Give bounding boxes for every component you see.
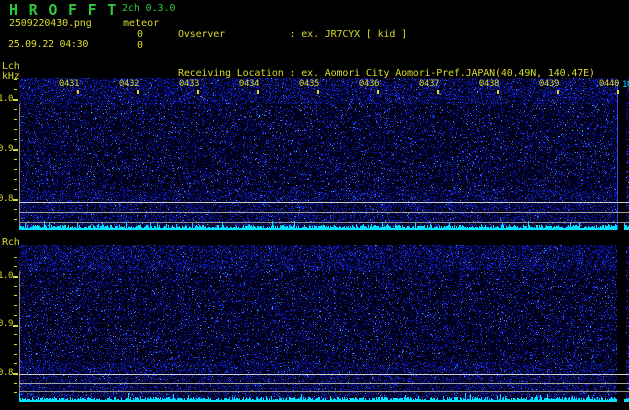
rch-ytick-0.8: 0.8 [0,368,14,378]
meteor-count-lch: 0 [136,29,143,40]
tick-mark [14,363,17,364]
time-label-0439: 0439 [538,79,559,89]
tick-mark [13,199,18,201]
time-label-0438: 0438 [478,79,499,89]
tick-mark [14,179,17,180]
tick-mark [14,295,17,296]
lch-spectrogram [19,78,629,230]
tick-mark [14,79,17,80]
tick-mark [14,315,17,316]
tick-mark [137,90,139,94]
rch-ytick-1.0: 1.0 [0,271,14,281]
time-label-0431: 0431 [58,79,79,89]
tick-mark [14,89,17,90]
tick-mark [13,276,18,278]
time-label-0434: 0434 [238,79,259,89]
app-version-label: 2ch 0.3.0 [122,3,176,14]
tick-mark [77,90,79,94]
tick-mark [14,159,17,160]
tick-mark [437,90,439,94]
tick-mark [14,189,17,190]
lch-ytick-0.8: 0.8 [0,194,14,204]
rch-spectrogram [19,245,629,402]
meteor-count-rch: 0 [136,40,143,51]
time-label-0433: 0433 [178,79,199,89]
tick-mark [14,209,17,210]
tick-mark [14,354,17,355]
tick-mark [14,119,17,120]
tick-mark [14,219,17,220]
khz-unit-label: kHz [2,71,20,82]
time-label-0435: 0435 [298,79,319,89]
output-filename: 2509220430.png [9,18,92,29]
tick-mark [14,305,17,306]
tick-mark [557,90,559,94]
rch-label: Rch [2,237,20,248]
tick-mark [257,90,259,94]
tick-mark [13,373,18,375]
hrofft-window: H R O F F T 2ch 0.3.0 2509220430.png met… [0,0,629,410]
tick-mark [13,99,18,101]
time-label-0437: 0437 [418,79,439,89]
tick-mark [497,90,499,94]
cursor-minute-suffix: 10 [622,80,629,90]
tick-mark [197,90,199,94]
tick-mark [13,325,18,327]
observer-line: Ovserver : ex. JR7CYX [ kid ] [178,29,407,40]
tick-mark [377,90,379,94]
tick-mark [14,392,17,393]
datetime-label: 25.09.22 04:30 [8,39,89,50]
lch-ytick-0.9: 0.9 [0,144,14,154]
tick-mark [14,334,17,335]
tick-mark [14,286,17,287]
lch-ytick-1.0: 1.0 [0,94,14,104]
tick-mark [14,266,17,267]
tick-mark [14,383,17,384]
tick-mark [14,109,17,110]
tick-mark [317,90,319,94]
time-label-0440: 0440 [598,79,619,89]
tick-mark [617,90,619,94]
meteor-label: meteor [123,18,160,29]
tick-mark [14,139,17,140]
app-title: H R O F F T [9,1,118,19]
tick-mark [14,129,17,130]
tick-mark [14,257,17,258]
rch-ytick-0.9: 0.9 [0,319,14,329]
time-label-0436: 0436 [358,79,379,89]
time-label-0432: 0432 [118,79,139,89]
tick-mark [14,344,17,345]
tick-mark [13,149,18,151]
tick-mark [14,169,17,170]
